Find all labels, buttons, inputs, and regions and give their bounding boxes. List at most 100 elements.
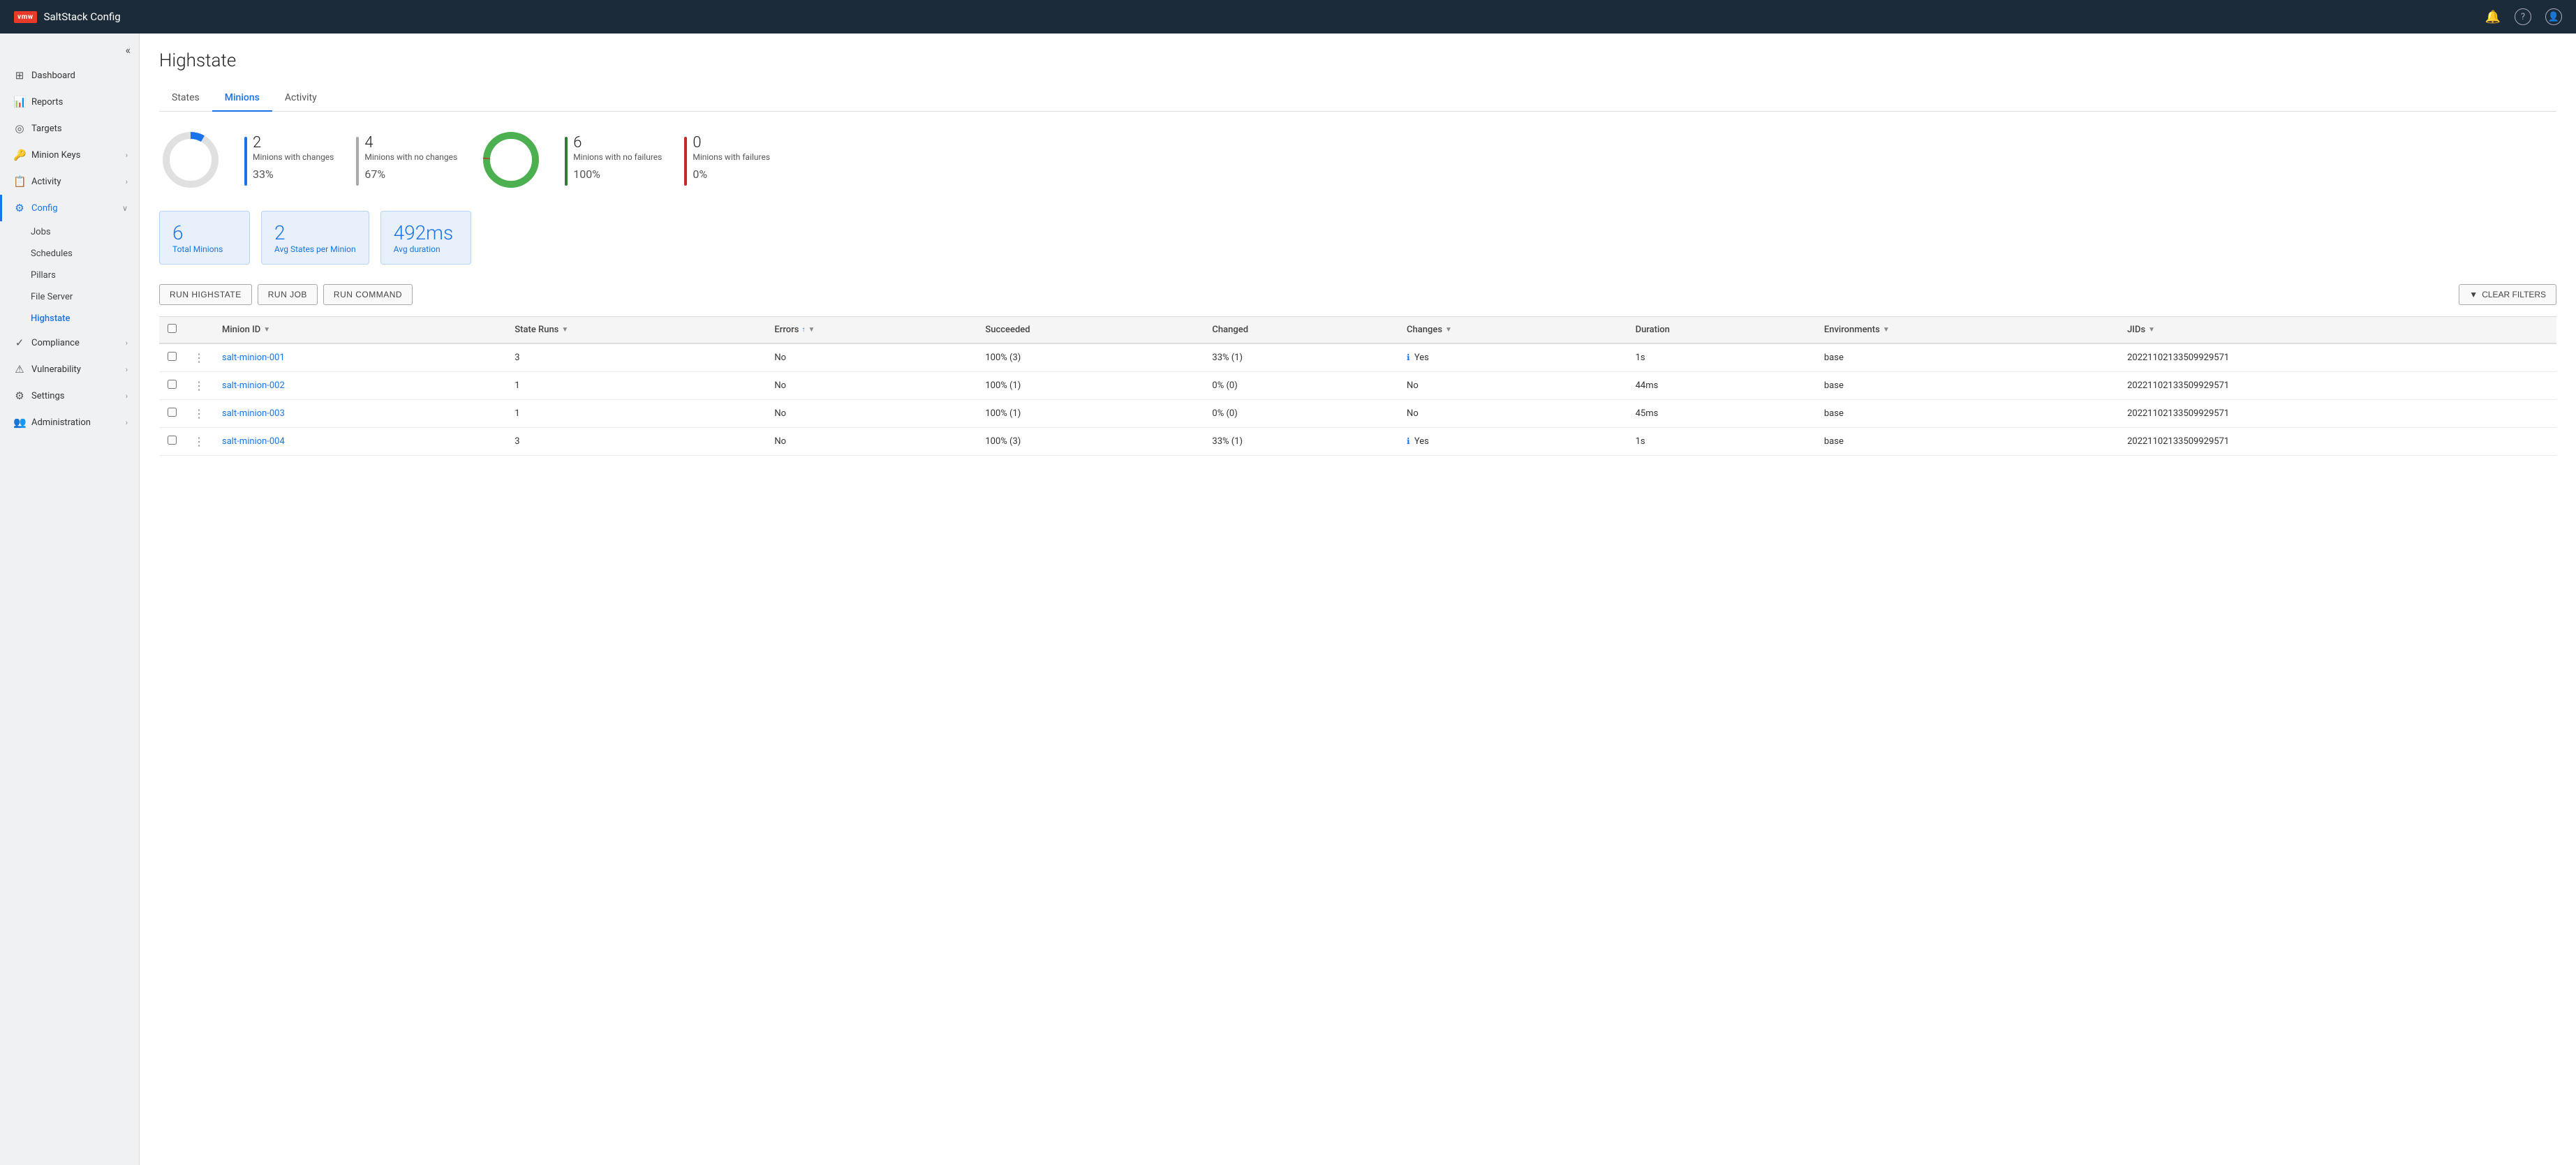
- th-changed: Changed: [1204, 317, 1398, 344]
- errors-filter-icon[interactable]: ▼: [808, 326, 815, 334]
- th-changes: Changes ▼: [1398, 317, 1627, 344]
- row-menu-button[interactable]: ⋮: [193, 407, 205, 420]
- errors-sort-icon[interactable]: ↑: [801, 326, 805, 334]
- row-checkbox-0[interactable]: [168, 352, 177, 361]
- sidebar-item-label: Minion Keys: [31, 150, 80, 161]
- total-minions-num: 6: [172, 221, 237, 244]
- row-duration: 44ms: [1627, 372, 1816, 400]
- sidebar-sub-item-pillars[interactable]: Pillars: [0, 265, 139, 286]
- dashboard-icon: ⊞: [13, 69, 26, 82]
- row-menu-button[interactable]: ⋮: [193, 351, 205, 364]
- row-checkbox-3[interactable]: [168, 436, 177, 445]
- row-state-runs: 1: [506, 400, 766, 428]
- card-total-minions: 6 Total Minions: [159, 211, 250, 265]
- minion-id-link[interactable]: salt-minion-004: [222, 436, 285, 447]
- row-jids: 20221102133509929571: [2119, 372, 2556, 400]
- sidebar-sub-item-schedules[interactable]: Schedules: [0, 243, 139, 265]
- row-menu-button[interactable]: ⋮: [193, 435, 205, 448]
- action-buttons: RUN HIGHSTATE RUN JOB RUN COMMAND: [159, 284, 413, 305]
- chevron-right-icon: ›: [126, 365, 128, 374]
- sidebar-item-label: Administration: [31, 417, 91, 428]
- run-job-button[interactable]: RUN JOB: [258, 284, 318, 305]
- th-state-runs: State Runs ▼: [506, 317, 766, 344]
- page-title: Highstate: [159, 50, 2556, 71]
- tab-activity[interactable]: Activity: [272, 85, 330, 112]
- avg-states-num: 2: [274, 221, 356, 244]
- row-minion-id: salt-minion-001: [214, 343, 506, 372]
- row-checkbox-2[interactable]: [168, 408, 177, 417]
- sidebar-item-config[interactable]: ⚙ Config ∨: [0, 195, 139, 221]
- sidebar-item-minion-keys[interactable]: 🔑 Minion Keys ›: [0, 142, 139, 168]
- administration-icon: 👥: [13, 416, 26, 429]
- row-minion-id: salt-minion-004: [214, 428, 506, 456]
- row-jids: 20221102133509929571: [2119, 400, 2556, 428]
- row-jids: 20221102133509929571: [2119, 343, 2556, 372]
- compliance-icon: ✓: [13, 336, 26, 349]
- stat-bar-no-failures: [565, 137, 568, 186]
- tab-minions[interactable]: Minions: [212, 85, 272, 112]
- changes-filter-icon[interactable]: ▼: [1445, 326, 1452, 334]
- row-checkbox-1[interactable]: [168, 380, 177, 389]
- minion-id-link[interactable]: salt-minion-001: [222, 353, 285, 363]
- minion-id-filter-icon[interactable]: ▼: [263, 326, 270, 334]
- state-runs-filter-icon[interactable]: ▼: [561, 326, 568, 334]
- changes-info-icon[interactable]: ℹ: [1407, 436, 1410, 446]
- sidebar-item-dashboard[interactable]: ⊞ Dashboard: [0, 62, 139, 89]
- sidebar-sub-item-jobs[interactable]: Jobs: [0, 221, 139, 243]
- tab-states[interactable]: States: [159, 85, 212, 112]
- topnav-right: 🔔 ? 👤: [2485, 8, 2562, 25]
- th-minion-id: Minion ID ▼: [214, 317, 506, 344]
- action-bar: RUN HIGHSTATE RUN JOB RUN COMMAND ▼ CLEA…: [159, 284, 2556, 305]
- topnav: vmw SaltStack Config 🔔 ? 👤: [0, 0, 2576, 34]
- row-menu-button[interactable]: ⋮: [193, 379, 205, 392]
- stat-info-changes: 2 Minions with changes 33%: [253, 134, 334, 181]
- help-icon[interactable]: ?: [2515, 8, 2531, 25]
- chevron-right-icon: ›: [126, 177, 128, 186]
- minion-id-link[interactable]: salt-minion-003: [222, 408, 285, 419]
- sidebar: « ⊞ Dashboard 📊 Reports ◎ Targets 🔑 Mini…: [0, 34, 140, 1165]
- row-changed: 0% (0): [1204, 400, 1398, 428]
- user-icon[interactable]: 👤: [2545, 8, 2562, 25]
- run-highstate-button[interactable]: RUN HIGHSTATE: [159, 284, 252, 305]
- row-checkbox-cell: [159, 372, 185, 400]
- notifications-icon[interactable]: 🔔: [2485, 10, 2501, 24]
- table-row: ⋮ salt-minion-004 3 No 100% (3) 33% (1) …: [159, 428, 2556, 456]
- row-changed: 0% (0): [1204, 372, 1398, 400]
- sidebar-item-compliance[interactable]: ✓ Compliance ›: [0, 329, 139, 356]
- main-layout: « ⊞ Dashboard 📊 Reports ◎ Targets 🔑 Mini…: [0, 34, 2576, 1165]
- environments-filter-icon[interactable]: ▼: [1883, 326, 1890, 334]
- sidebar-sub-item-file-server[interactable]: File Server: [0, 286, 139, 308]
- changes-info-icon[interactable]: ℹ: [1407, 353, 1410, 362]
- sidebar-collapse-btn[interactable]: «: [0, 40, 139, 62]
- row-environments: base: [1816, 343, 2119, 372]
- content-area: Highstate States Minions Activity 2 Mini…: [140, 34, 2576, 1165]
- sidebar-item-reports[interactable]: 📊 Reports: [0, 89, 139, 115]
- row-state-runs: 3: [506, 343, 766, 372]
- minion-id-link[interactable]: salt-minion-002: [222, 380, 285, 391]
- filter-icon: ▼: [2469, 290, 2478, 299]
- sidebar-item-activity[interactable]: 📋 Activity ›: [0, 168, 139, 195]
- clear-filters-button[interactable]: ▼ CLEAR FILTERS: [2459, 284, 2556, 305]
- row-errors: No: [766, 343, 977, 372]
- sidebar-item-settings[interactable]: ⚙ Settings ›: [0, 383, 139, 409]
- select-all-checkbox[interactable]: [168, 324, 177, 333]
- sidebar-item-label: Dashboard: [31, 71, 75, 81]
- row-jids: 20221102133509929571: [2119, 428, 2556, 456]
- avg-states-label: Avg States per Minion: [274, 244, 356, 254]
- sidebar-item-administration[interactable]: 👥 Administration ›: [0, 409, 139, 436]
- run-command-button[interactable]: RUN COMMAND: [323, 284, 413, 305]
- row-duration: 1s: [1627, 343, 1816, 372]
- targets-icon: ◎: [13, 122, 26, 135]
- row-changes: ℹ Yes: [1398, 343, 1627, 372]
- activity-icon: 📋: [13, 175, 26, 188]
- row-changes: ℹ Yes: [1398, 428, 1627, 456]
- jids-filter-icon[interactable]: ▼: [2148, 326, 2155, 334]
- changes-donut: [159, 128, 222, 191]
- minions-table: Minion ID ▼ State Runs ▼ Errors ↑: [159, 316, 2556, 456]
- changes-pct: 33%: [253, 168, 334, 181]
- sidebar-sub-item-highstate[interactable]: Highstate: [0, 308, 139, 329]
- row-minion-id: salt-minion-002: [214, 372, 506, 400]
- sidebar-item-targets[interactable]: ◎ Targets: [0, 115, 139, 142]
- sidebar-item-vulnerability[interactable]: ⚠ Vulnerability ›: [0, 356, 139, 383]
- no-changes-label: Minions with no changes: [364, 151, 457, 163]
